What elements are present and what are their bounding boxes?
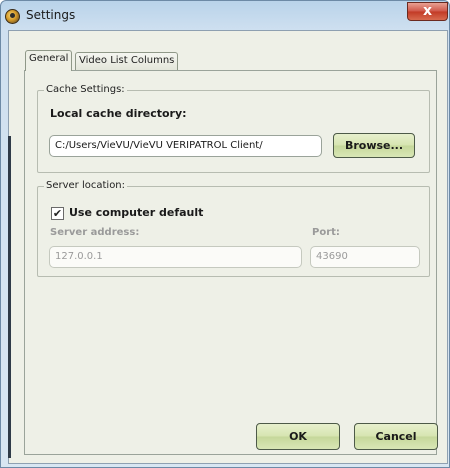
server-location-legend: Server location: xyxy=(44,180,128,192)
cache-settings-group: Cache Settings: xyxy=(37,84,430,173)
browse-button[interactable]: Browse... xyxy=(333,133,415,158)
close-button[interactable]: x xyxy=(407,2,448,21)
tab-general[interactable]: General xyxy=(25,50,73,71)
title-bar: Settings x xyxy=(1,1,449,31)
tab-video-list-columns[interactable]: Video List Columns xyxy=(75,52,179,70)
use-computer-default-checkbox[interactable]: ✔ xyxy=(51,207,64,220)
checkmark-icon: ✔ xyxy=(52,207,63,220)
close-icon: x xyxy=(422,3,433,19)
server-address-label: Server address: xyxy=(50,227,140,238)
window-title: Settings xyxy=(26,8,76,22)
cache-directory-input[interactable]: C:/Users/VieVU/VieVU VERIPATROL Client/ xyxy=(49,135,322,157)
app-icon xyxy=(5,9,20,24)
cancel-button[interactable]: Cancel xyxy=(354,423,438,450)
window-edge-shadow xyxy=(8,136,11,458)
server-address-input[interactable]: 127.0.0.1 xyxy=(49,246,302,268)
ok-button[interactable]: OK xyxy=(256,423,340,450)
local-cache-directory-label: Local cache directory: xyxy=(50,107,187,120)
port-input[interactable]: 43690 xyxy=(310,246,420,268)
cache-settings-legend: Cache Settings: xyxy=(44,84,127,96)
port-label: Port: xyxy=(312,227,340,238)
use-computer-default-label[interactable]: Use computer default xyxy=(69,206,203,219)
